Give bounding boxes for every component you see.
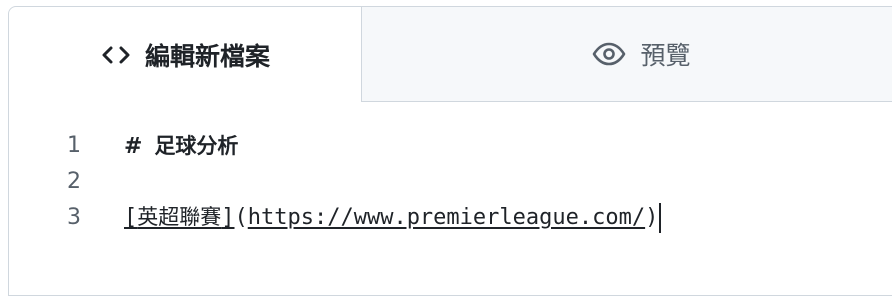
line-content: [英超聯賽](https://www.premierleague.com/) [124,201,662,233]
link-bracket-close: ] [221,205,235,230]
line-number: 1 [67,132,81,158]
link-text: 英超聯賽 [137,205,222,229]
heading-marker: # [124,134,143,159]
line-number: 2 [67,168,81,194]
line-content: # 足球分析 [124,130,238,160]
editor-tabbar: 編輯新檔案 預覽 [9,7,892,102]
eye-icon [592,42,626,66]
link-paren-open: ( [234,205,248,230]
tab-preview[interactable]: 預覽 [361,7,892,102]
text-cursor [659,203,662,233]
code-icon [101,44,131,66]
link-bracket-open: [ [124,205,138,230]
heading-text: 足球分析 [154,134,239,158]
markdown-editor: 編輯新檔案 預覽 1 # 足球分析 2 3 [英超聯賽](https://www.… [8,6,892,296]
link-paren-close: ) [645,205,659,230]
code-editor-area[interactable]: 1 # 足球分析 2 3 [英超聯賽](https://www.premierle… [9,102,892,297]
line-number: 3 [67,204,81,230]
tab-preview-label: 預覽 [640,41,691,70]
tab-edit-file[interactable]: 編輯新檔案 [9,7,362,102]
link-url: https://www.premierleague.com/ [247,205,646,230]
tab-edit-label: 編輯新檔案 [144,41,270,71]
